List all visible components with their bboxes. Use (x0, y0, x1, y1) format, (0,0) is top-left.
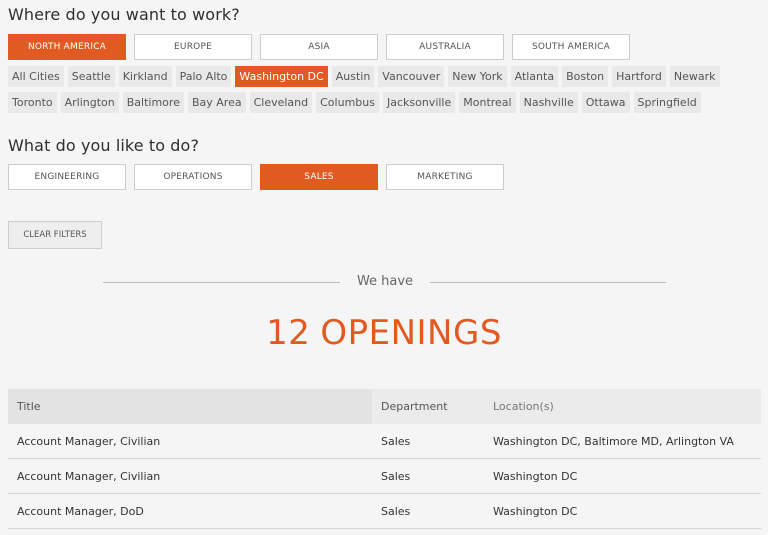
column-header-department[interactable]: Department (372, 389, 484, 424)
activity-engineering-button[interactable]: ENGINEERING (8, 164, 126, 190)
activity-marketing-button[interactable]: MARKETING (386, 164, 504, 190)
city-filter-row-1: All Cities Seattle Kirkland Palo Alto Wa… (8, 66, 720, 87)
job-location-cell: Washington DC, Baltimore MD, Arlington V… (484, 424, 761, 459)
column-header-title[interactable]: Title (8, 389, 372, 424)
city-newark[interactable]: Newark (669, 66, 720, 87)
city-filter-row-2: Toronto Arlington Baltimore Bay Area Cle… (8, 92, 701, 113)
region-asia-button[interactable]: ASIA (260, 34, 378, 60)
divider-left (103, 282, 340, 283)
table-row[interactable]: Account Manager, DoD Sales Washington DC (8, 493, 761, 529)
table-row[interactable]: Account Manager, Civilian Sales Washingt… (8, 424, 761, 459)
region-australia-button[interactable]: AUSTRALIA (386, 34, 504, 60)
what-heading: What do you like to do? (8, 136, 200, 155)
activity-filter-group: ENGINEERING OPERATIONS SALES MARKETING (8, 164, 504, 190)
city-atlanta[interactable]: Atlanta (510, 66, 559, 87)
openings-count: 12 (266, 313, 311, 353)
city-palo-alto[interactable]: Palo Alto (175, 66, 232, 87)
city-springfield[interactable]: Springfield (633, 92, 701, 113)
city-boston[interactable]: Boston (562, 66, 609, 87)
column-header-locations[interactable]: Location(s) (484, 389, 761, 424)
job-title-cell[interactable]: Account Manager, Civilian (8, 458, 372, 494)
job-location-cell: Washington DC (484, 493, 761, 529)
job-title-cell[interactable]: Account Manager, DoD (8, 493, 372, 529)
job-openings-table: Title Department Location(s) Account Man… (8, 389, 761, 529)
where-heading: Where do you want to work? (8, 5, 240, 24)
city-bay-area[interactable]: Bay Area (187, 92, 246, 113)
clear-filters-button[interactable]: CLEAR FILTERS (8, 221, 102, 249)
city-nashville[interactable]: Nashville (519, 92, 578, 113)
job-department-cell: Sales (372, 458, 484, 494)
activity-sales-button[interactable]: SALES (260, 164, 378, 190)
city-vancouver[interactable]: Vancouver (378, 66, 445, 87)
city-arlington[interactable]: Arlington (60, 92, 119, 113)
job-location-cell: Washington DC (484, 458, 761, 494)
city-toronto[interactable]: Toronto (8, 92, 57, 113)
city-montreal[interactable]: Montreal (459, 92, 516, 113)
city-columbus[interactable]: Columbus (316, 92, 379, 113)
job-department-cell: Sales (372, 424, 484, 459)
city-hartford[interactable]: Hartford (612, 66, 666, 87)
city-kirkland[interactable]: Kirkland (118, 66, 172, 87)
city-ottawa[interactable]: Ottawa (581, 92, 630, 113)
job-title-cell[interactable]: Account Manager, Civilian (8, 424, 372, 459)
activity-operations-button[interactable]: OPERATIONS (134, 164, 252, 190)
city-seattle[interactable]: Seattle (67, 66, 115, 87)
openings-count-heading: 12 OPENINGS (0, 313, 768, 353)
city-cleveland[interactable]: Cleveland (249, 92, 313, 113)
table-row[interactable]: Account Manager, Civilian Sales Washingt… (8, 458, 761, 494)
city-all-cities[interactable]: All Cities (8, 66, 64, 87)
city-washington-dc[interactable]: Washington DC (235, 66, 328, 87)
we-have-label: We have (356, 274, 414, 289)
city-baltimore[interactable]: Baltimore (122, 92, 184, 113)
city-austin[interactable]: Austin (331, 66, 375, 87)
city-new-york[interactable]: New York (448, 66, 507, 87)
region-europe-button[interactable]: EUROPE (134, 34, 252, 60)
region-south-america-button[interactable]: SOUTH AMERICA (512, 34, 630, 60)
city-jacksonville[interactable]: Jacksonville (382, 92, 456, 113)
job-department-cell: Sales (372, 493, 484, 529)
region-filter-group: NORTH AMERICA EUROPE ASIA AUSTRALIA SOUT… (8, 34, 630, 60)
region-north-america-button[interactable]: NORTH AMERICA (8, 34, 126, 60)
openings-word: OPENINGS (320, 313, 502, 353)
divider-right (430, 282, 666, 283)
table-header-row: Title Department Location(s) (8, 389, 761, 424)
